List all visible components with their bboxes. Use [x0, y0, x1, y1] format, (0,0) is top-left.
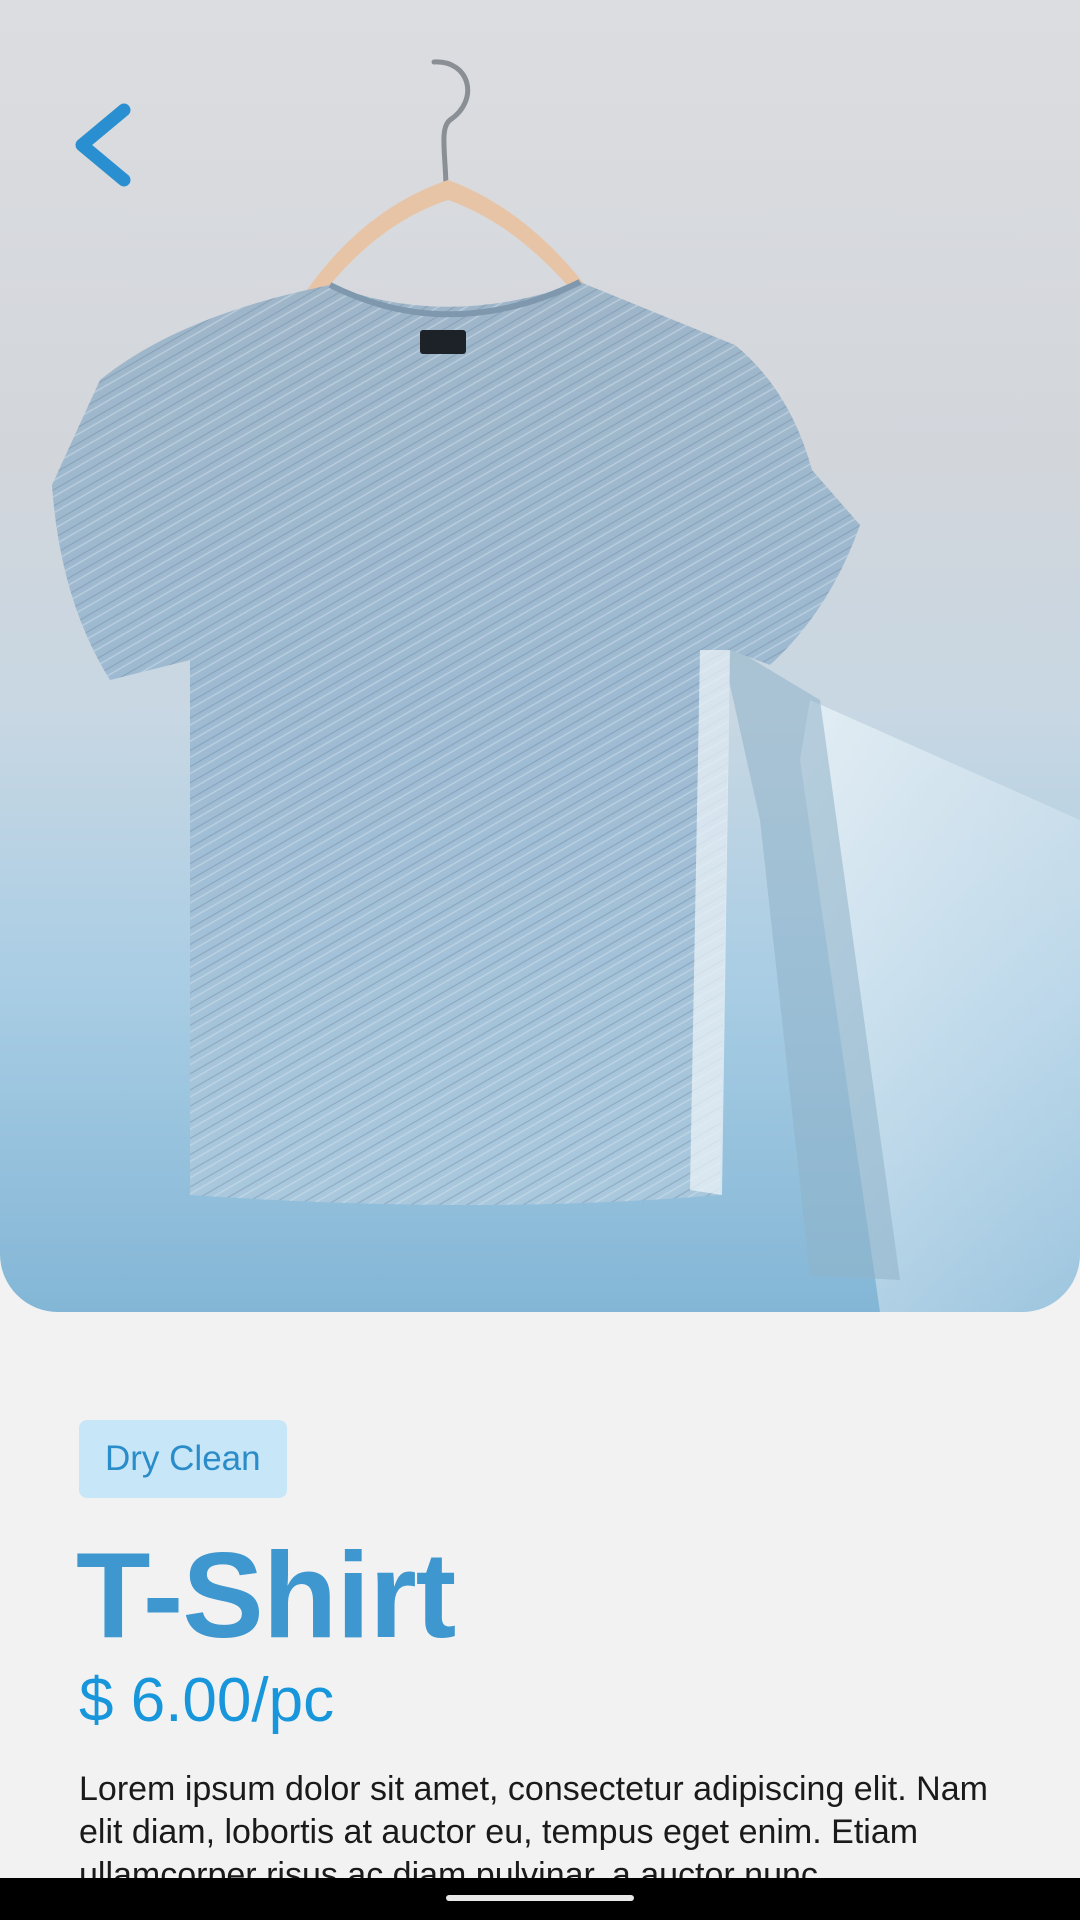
back-button[interactable] — [66, 100, 146, 190]
service-badge: Dry Clean — [79, 1420, 287, 1498]
product-detail-screen: Dry Clean T-Shirt $ 6.00/pc Lorem ipsum … — [0, 0, 1080, 1920]
product-title: T-Shirt — [76, 1527, 456, 1663]
product-hero-image — [0, 0, 1080, 1312]
tshirt-photo — [52, 59, 1080, 1312]
product-price: $ 6.00/pc — [79, 1666, 335, 1735]
chevron-left-icon — [75, 103, 131, 187]
system-navigation-bar — [0, 1878, 1080, 1920]
home-indicator[interactable] — [446, 1895, 634, 1901]
